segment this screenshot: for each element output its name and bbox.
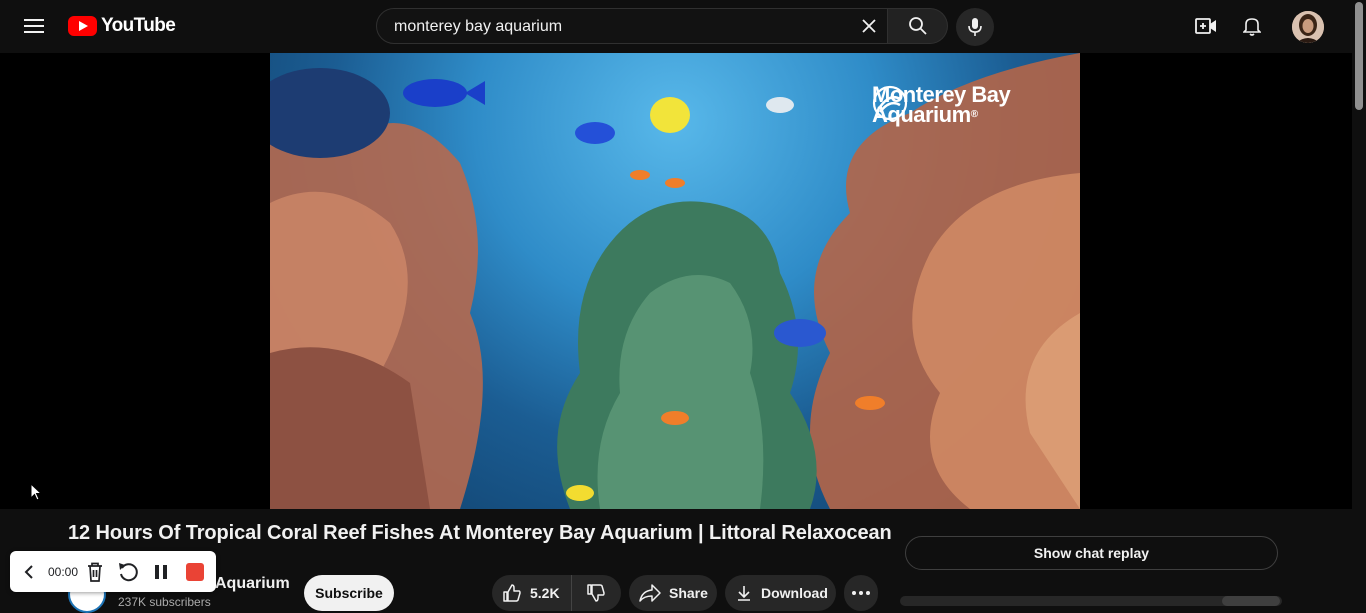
thumbs-down-icon: [587, 584, 605, 602]
restart-icon[interactable]: [112, 551, 144, 592]
youtube-logo-icon: [68, 16, 97, 36]
menu-icon[interactable]: [16, 8, 52, 44]
clear-icon[interactable]: [851, 9, 887, 43]
search-box: [376, 8, 888, 45]
mouse-cursor-icon: [30, 482, 43, 506]
top-bar: YouTube: [0, 0, 1352, 53]
search-button[interactable]: [888, 8, 948, 44]
dislike-button[interactable]: [572, 575, 620, 611]
share-label: Share: [669, 585, 708, 601]
subscribe-button[interactable]: Subscribe: [304, 575, 394, 611]
scrollbar-thumb[interactable]: [1355, 2, 1363, 110]
download-icon: [738, 586, 750, 601]
trademark-symbol: ®: [970, 109, 978, 120]
avatar[interactable]: [1292, 11, 1324, 43]
download-label: Download: [761, 585, 828, 601]
more-actions-button[interactable]: [844, 575, 878, 611]
aquarium-logo-icon: [872, 85, 908, 121]
show-chat-replay-button[interactable]: Show chat replay: [905, 536, 1278, 570]
search-icon: [908, 17, 927, 35]
recording-time: 00:00: [47, 564, 79, 579]
microphone-icon[interactable]: [956, 8, 994, 46]
pause-icon[interactable]: [144, 551, 178, 592]
subscriber-count: 237K subscribers: [118, 595, 211, 609]
delete-icon[interactable]: [78, 551, 112, 592]
video-title: 12 Hours Of Tropical Coral Reef Fishes A…: [68, 522, 892, 544]
like-count: 5.2K: [530, 585, 560, 601]
scrollbar[interactable]: [1352, 0, 1366, 602]
youtube-logo[interactable]: YouTube: [68, 15, 176, 37]
back-icon[interactable]: [10, 551, 48, 592]
video-player[interactable]: Monterey Bay Aquarium®: [0, 53, 1352, 509]
share-icon: [639, 584, 661, 602]
download-button[interactable]: Download: [725, 575, 836, 611]
screen-recorder-toolbar: 00:00: [10, 551, 216, 592]
channel-name[interactable]: Aquarium: [215, 575, 290, 593]
create-video-icon[interactable]: [1188, 8, 1224, 44]
chip[interactable]: [1222, 596, 1280, 606]
monterey-bay-aquarium-watermark: Monterey Bay Aquarium®: [872, 84, 1011, 126]
more-horizontal-icon: [852, 591, 870, 595]
like-button[interactable]: 5.2K: [492, 575, 572, 611]
search-input[interactable]: [392, 9, 856, 45]
like-dislike-group: 5.2K: [492, 575, 621, 611]
video-frame[interactable]: Monterey Bay Aquarium®: [270, 53, 1080, 509]
share-button[interactable]: Share: [629, 575, 717, 611]
stop-icon[interactable]: [178, 551, 212, 592]
thumbs-up-icon: [503, 584, 521, 602]
logo-text: YouTube: [101, 15, 176, 36]
chip-bar: [900, 596, 1282, 606]
notifications-icon[interactable]: [1234, 8, 1270, 44]
